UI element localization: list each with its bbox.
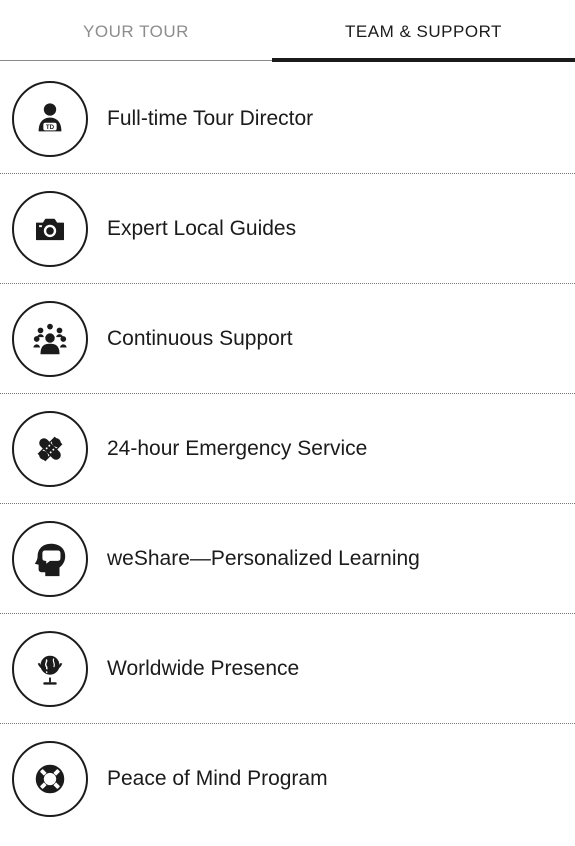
list-item-label: Peace of Mind Program	[107, 767, 328, 790]
list-item-label: Worldwide Presence	[107, 657, 300, 680]
list-item-label: 24-hour Emergency Service	[107, 437, 368, 460]
tab-bar: YOUR TOUR TEAM & SUPPORT	[0, 0, 575, 64]
list-item-worldwide-presence[interactable]: Worldwide Presence	[0, 614, 575, 724]
life-ring-icon	[12, 741, 88, 817]
list-item-weshare[interactable]: weShare—Personalized Learning	[0, 504, 575, 614]
app-root: YOUR TOUR TEAM & SUPPORT TD Full-time To…	[0, 0, 575, 846]
head-speech-icon	[12, 521, 88, 597]
globe-icon	[12, 631, 88, 707]
list-item-tour-director[interactable]: TD Full-time Tour Director	[0, 64, 575, 174]
tab-your-tour[interactable]: YOUR TOUR	[0, 0, 272, 64]
bandages-icon	[12, 411, 88, 487]
list-item-label: Full-time Tour Director	[107, 107, 314, 130]
camera-icon	[12, 191, 88, 267]
list-item-continuous-support[interactable]: Continuous Support	[0, 284, 575, 394]
tour-director-icon: TD	[12, 81, 88, 157]
list-item-peace-of-mind[interactable]: Peace of Mind Program	[0, 724, 575, 834]
tab-team-support[interactable]: TEAM & SUPPORT	[272, 0, 575, 64]
active-tab-indicator	[272, 58, 575, 62]
list-item-local-guides[interactable]: Expert Local Guides	[0, 174, 575, 284]
list-item-label: Expert Local Guides	[107, 217, 297, 240]
list-item-label: weShare—Personalized Learning	[107, 547, 420, 570]
group-support-icon	[12, 301, 88, 377]
tour-director-badge: TD	[46, 124, 55, 131]
list-item-label: Continuous Support	[107, 327, 293, 350]
list-item-emergency-service[interactable]: 24-hour Emergency Service	[0, 394, 575, 504]
support-list: TD Full-time Tour Director Expert Local …	[0, 64, 575, 834]
